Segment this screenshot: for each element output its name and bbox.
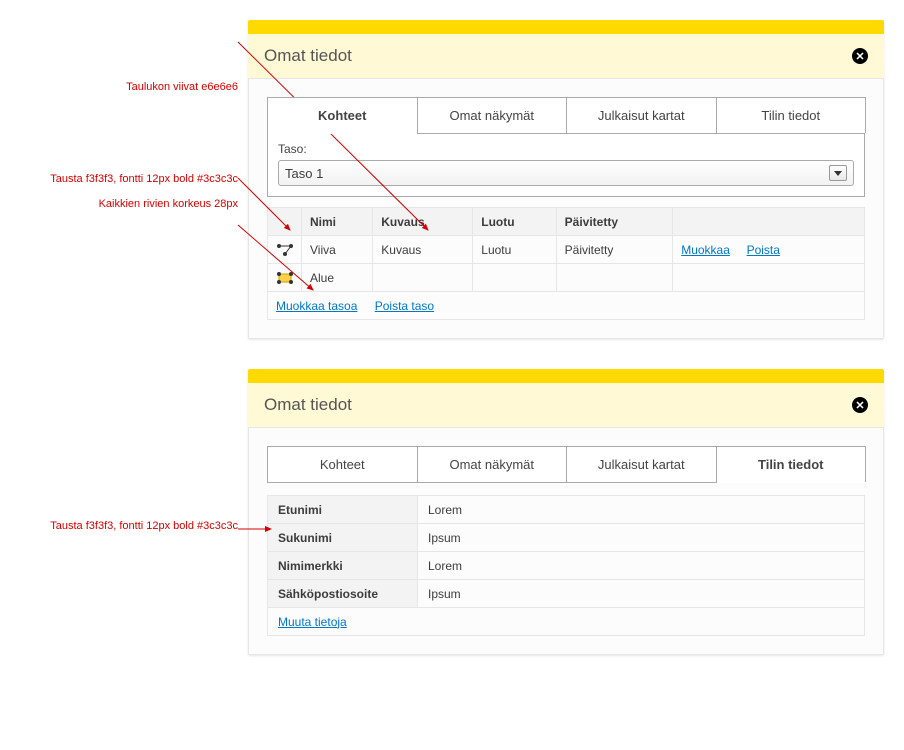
col-nimi: Nimi xyxy=(302,208,373,236)
tab-tilin-tiedot[interactable]: Tilin tiedot xyxy=(716,97,867,133)
line-icon xyxy=(268,236,302,264)
close-icon[interactable]: ✕ xyxy=(852,48,868,64)
table-row: Sukunimi Ipsum xyxy=(268,524,865,552)
tab-kohteet[interactable]: Kohteet xyxy=(267,97,418,133)
cell-luotu xyxy=(473,264,556,292)
panel-topbar xyxy=(248,20,884,34)
objects-table: Nimi Kuvaus Luotu Päivitetty Viiva Kuvau… xyxy=(267,207,865,320)
close-icon[interactable]: ✕ xyxy=(852,397,868,413)
tabs: Kohteet Omat näkymät Julkaisut kartat Ti… xyxy=(267,446,865,483)
tabs: Kohteet Omat näkymät Julkaisut kartat Ti… xyxy=(267,97,865,134)
col-paivitetty: Päivitetty xyxy=(556,208,673,236)
field-value: Ipsum xyxy=(418,524,865,552)
area-icon xyxy=(268,264,302,292)
annotation-header-style: Tausta f3f3f3, fontti 12px bold #3c3c3c xyxy=(0,172,248,186)
cell-kuvaus xyxy=(373,264,473,292)
panel-header: Omat tiedot ✕ xyxy=(248,34,884,79)
tab-omat-nakymat[interactable]: Omat näkymät xyxy=(417,97,568,133)
table-row: Etunimi Lorem xyxy=(268,496,865,524)
account-info-table: Etunimi Lorem Sukunimi Ipsum Nimimerkki … xyxy=(267,495,865,636)
cell-paivitetty: Päivitetty xyxy=(556,236,673,264)
cell-paivitetty xyxy=(556,264,673,292)
annotation-line-color: Taulukon viivat e6e6e6 xyxy=(0,80,248,94)
panel-topbar xyxy=(248,369,884,383)
edit-link[interactable]: Muokkaa xyxy=(681,243,730,257)
field-value: Ipsum xyxy=(418,580,865,608)
cell-actions xyxy=(673,264,865,292)
table-row: Viiva Kuvaus Luotu Päivitetty Muokkaa Po… xyxy=(268,236,865,264)
delete-link[interactable]: Poista xyxy=(747,243,780,257)
field-label: Sähköpostiosoite xyxy=(268,580,418,608)
col-icon xyxy=(268,208,302,236)
my-info-panel: Omat tiedot ✕ Kohteet Omat näkymät Julka… xyxy=(248,20,884,339)
edit-info-link[interactable]: Muuta tietoja xyxy=(278,615,347,629)
level-select[interactable]: Taso 1 xyxy=(278,160,854,186)
cell-actions: Muokkaa Poista xyxy=(673,236,865,264)
cell-luotu: Luotu xyxy=(473,236,556,264)
tab-julkaisut-kartat[interactable]: Julkaisut kartat xyxy=(566,446,717,482)
panel-header: Omat tiedot ✕ xyxy=(248,383,884,428)
field-label: Etunimi xyxy=(268,496,418,524)
annotation-header-style-2: Tausta f3f3f3, fontti 12px bold #3c3c3c xyxy=(0,519,248,533)
chevron-down-icon[interactable] xyxy=(829,165,847,181)
level-selected-value: Taso 1 xyxy=(285,166,323,181)
delete-level-link[interactable]: Poista taso xyxy=(375,299,434,313)
col-actions xyxy=(673,208,865,236)
col-luotu: Luotu xyxy=(473,208,556,236)
table-row: Sähköpostiosoite Ipsum xyxy=(268,580,865,608)
field-label: Sukunimi xyxy=(268,524,418,552)
cell-nimi: Viiva xyxy=(302,236,373,264)
tab-omat-nakymat[interactable]: Omat näkymät xyxy=(417,446,568,482)
field-value: Lorem xyxy=(418,552,865,580)
field-value: Lorem xyxy=(418,496,865,524)
annotation-row-height: Kaikkien rivien korkeus 28px xyxy=(0,197,248,211)
col-kuvaus: Kuvaus xyxy=(373,208,473,236)
table-row: Alue xyxy=(268,264,865,292)
field-label: Nimimerkki xyxy=(268,552,418,580)
tab-kohteet[interactable]: Kohteet xyxy=(267,446,418,482)
my-info-panel-2: Omat tiedot ✕ Kohteet Omat näkymät Julka… xyxy=(248,369,884,655)
tab-julkaisut-kartat[interactable]: Julkaisut kartat xyxy=(566,97,717,133)
panel-title: Omat tiedot xyxy=(264,46,352,66)
panel-title: Omat tiedot xyxy=(264,395,352,415)
table-row: Nimimerkki Lorem xyxy=(268,552,865,580)
table-footer: Muokkaa tasoa Poista taso xyxy=(268,292,865,320)
cell-kuvaus: Kuvaus xyxy=(373,236,473,264)
cell-nimi: Alue xyxy=(302,264,373,292)
table-footer: Muuta tietoja xyxy=(268,608,865,636)
level-label: Taso: xyxy=(278,142,854,156)
tab-tilin-tiedot[interactable]: Tilin tiedot xyxy=(716,446,867,482)
edit-level-link[interactable]: Muokkaa tasoa xyxy=(276,299,357,313)
